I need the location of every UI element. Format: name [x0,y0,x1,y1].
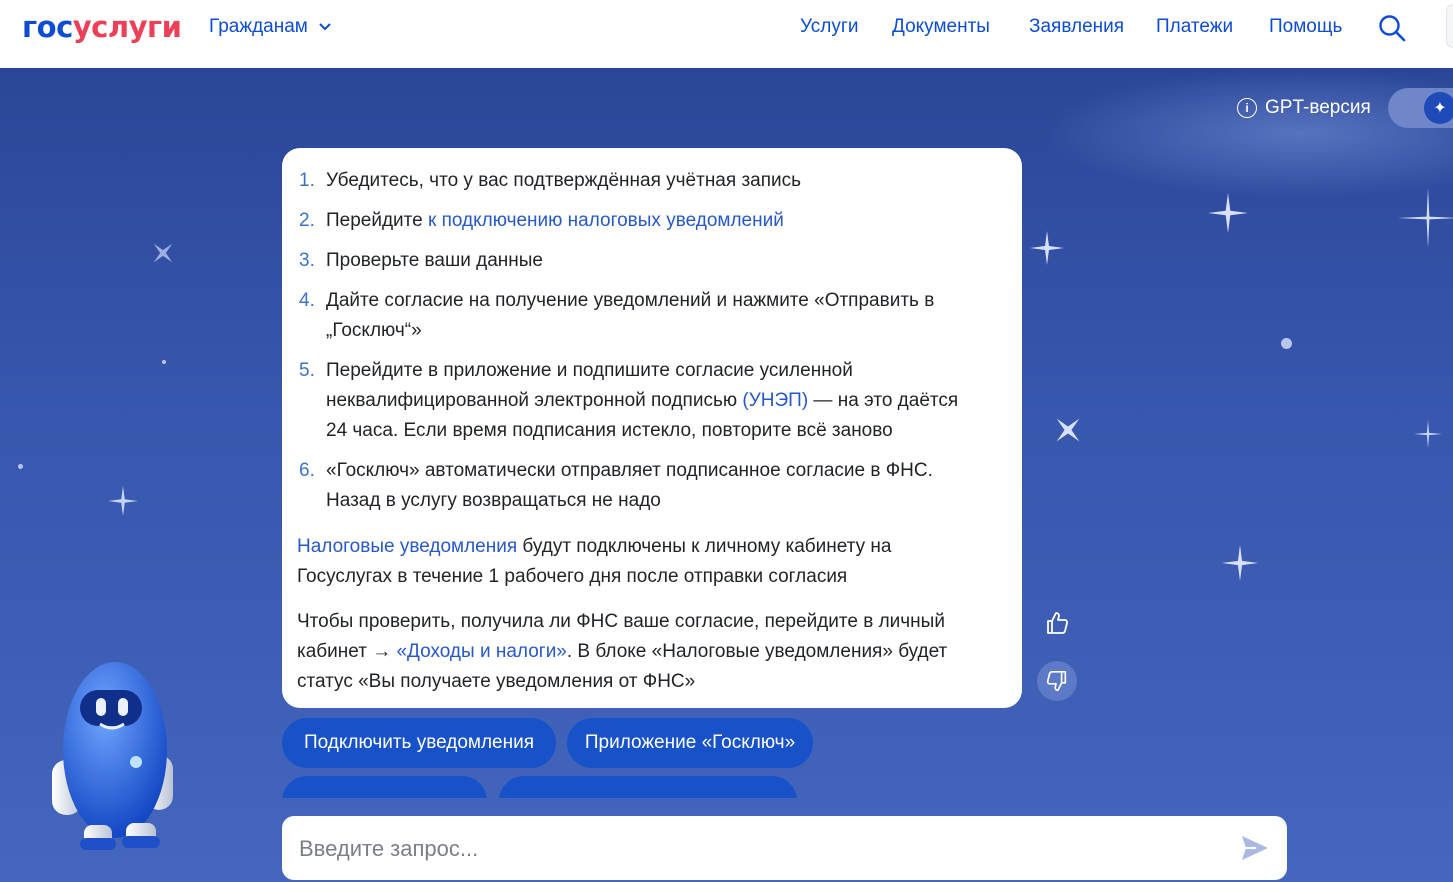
step-number: 4. [299,290,315,311]
logo-part-gos: гос [22,10,73,44]
step-number: 2. [299,210,315,231]
gpt-toggle[interactable]: ✦ [1388,88,1453,128]
unep-link[interactable]: (УНЭП) [742,390,808,411]
audience-label: Гражданам [209,16,308,37]
gpt-version-label[interactable]: i GPT-версия [1237,97,1371,119]
chevron-down-icon [319,23,331,31]
step-text: неквалифицированной электронной подписью [326,390,743,411]
info-icon[interactable]: i [1237,98,1257,118]
robot-mascot [52,662,173,850]
sparkle-icon: ✦ [1424,92,1453,124]
income-and-taxes-link[interactable]: «Доходы и налоги» [396,641,566,662]
nav-payments[interactable]: Платежи [1156,16,1233,38]
step-text: 24 часа. Если время подписания истекло, … [326,420,893,441]
star-dot-icon [18,464,23,469]
goskey-app-button[interactable]: Приложение «Госключ» [567,718,813,768]
paragraph-text: . В блоке «Налоговые уведомления» будет [566,641,948,662]
star-icon [108,486,138,516]
tax-notifications-connect-link[interactable]: к подключению налоговых уведомлений [428,210,784,231]
step-text: „Госключ“» [326,320,422,341]
header-glow [1040,68,1453,198]
audience-dropdown[interactable]: Гражданам [209,16,332,38]
suggestion-button[interactable] [282,776,487,798]
star-dot-icon [1281,338,1292,349]
step-number: 5. [299,360,315,381]
step-number: 6. [299,460,315,481]
star-icon [1208,193,1248,233]
more-suggestions-row [270,776,870,798]
step-text: Перейдите в приложение и подпишите согла… [326,360,853,381]
star-icon [1056,418,1080,442]
star-icon [1030,231,1064,265]
step-text: Проверьте ваши данные [326,250,543,271]
star-icon [1222,545,1258,581]
logo-part-uslugi: услуги [72,10,182,44]
send-icon[interactable] [1240,833,1270,863]
star-icon [1398,188,1453,248]
step-number: 3. [299,250,315,271]
nav-documents[interactable]: Документы [892,16,990,38]
thumbs-down-icon [1046,670,1067,692]
star-dot-icon [162,360,166,364]
query-input-bar [282,816,1287,882]
search-icon[interactable] [1378,14,1406,42]
step-text: Перейдите [326,210,429,231]
assistant-answer-card: 1. Убедитесь, что у вас подтверждённая у… [282,148,1022,708]
answer-paragraph: Налоговые уведомления будут подключены к… [297,532,997,592]
like-button[interactable] [1037,603,1077,643]
top-header: госуслуги Гражданам Услуги Документы Зая… [0,0,1453,68]
step-text: «Госключ» автоматически отправляет подпи… [326,460,933,481]
chat-area: i GPT-версия ✦ 1. Убедитесь, что у вас п… [0,68,1453,882]
dislike-button[interactable] [1037,661,1077,701]
nav-applications[interactable]: Заявления [1029,16,1124,38]
nav-services[interactable]: Услуги [800,16,858,38]
thumbs-up-icon [1047,612,1069,634]
query-input[interactable] [297,816,1221,882]
star-icon [153,243,173,263]
profile-button[interactable] [1446,4,1453,48]
gosuslugi-logo[interactable]: госуслуги [22,10,182,44]
paragraph-text: кабинет → [297,641,397,662]
tax-notifications-link[interactable]: Налоговые уведомления [297,536,517,557]
step-number: 1. [299,170,315,191]
step-text: Назад в услугу возвращаться не надо [326,490,661,511]
nav-help[interactable]: Помощь [1269,16,1342,38]
step-text: — на это даётся [808,390,959,411]
paragraph-text: будут подключены к личному кабинету на [517,536,892,557]
answer-paragraph: Чтобы проверить, получила ли ФНС ваше со… [297,607,997,697]
gpt-label-text: GPT-версия [1265,97,1371,118]
step-text: Дайте согласие на получение уведомлений … [326,290,935,311]
connect-notifications-button[interactable]: Подключить уведомления [282,718,556,768]
paragraph-text: Чтобы проверить, получила ли ФНС ваше со… [297,611,945,632]
star-icon [1414,420,1442,448]
suggestion-button[interactable] [499,776,797,798]
paragraph-text: статус «Вы получаете уведомления от ФНС» [297,671,696,692]
paragraph-text: Госуслугах в течение 1 рабочего дня посл… [297,566,848,587]
step-text: Убедитесь, что у вас подтверждённая учёт… [326,170,802,191]
